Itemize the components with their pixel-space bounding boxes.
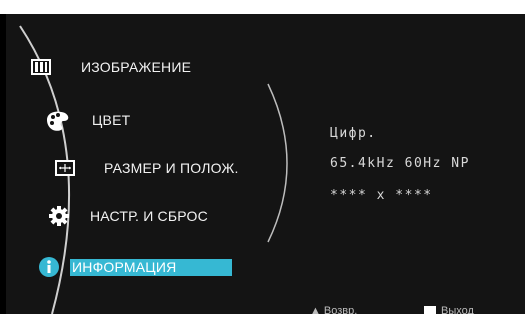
menu-item-label: ЦВЕТ xyxy=(92,112,131,128)
resolution-text: **** x **** xyxy=(330,188,433,203)
frequency-text: 65.4kHz 60Hz NP xyxy=(330,156,470,171)
osd-menu: ИЗОБРАЖЕНИЕ ЦВЕТ РАЗМЕР И ПОЛОЖ. НАСТР. … xyxy=(6,14,525,314)
exit-icon xyxy=(424,306,436,314)
return-hint: ▲ Возвр. xyxy=(310,305,357,314)
menu-item-information[interactable]: ИНФОРМАЦИЯ xyxy=(34,255,233,279)
size-position-icon xyxy=(50,156,80,180)
exit-hint: Выход xyxy=(424,305,474,314)
menu-item-label: ИЗОБРАЖЕНИЕ xyxy=(81,59,192,75)
menu-item-label: ИНФОРМАЦИЯ xyxy=(70,258,233,276)
menu-item-label: РАЗМЕР И ПОЛОЖ. xyxy=(104,160,239,176)
menu-item-setup-reset[interactable]: НАСТР. И СБРОС xyxy=(44,204,208,228)
exit-label: Выход xyxy=(441,305,474,314)
menu-item-picture[interactable]: ИЗОБРАЖЕНИЕ xyxy=(26,55,191,79)
menu-item-label: НАСТР. И СБРОС xyxy=(90,208,208,224)
return-label: Возвр. xyxy=(323,305,358,314)
palette-icon xyxy=(42,108,72,132)
menu-item-size-position[interactable]: РАЗМЕР И ПОЛОЖ. xyxy=(50,156,239,180)
signal-type-text: Цифр. xyxy=(330,126,377,141)
return-arrow-icon: ▲ xyxy=(310,305,321,314)
info-icon xyxy=(34,255,64,279)
menu-item-color[interactable]: ЦВЕТ xyxy=(42,108,130,132)
gear-icon xyxy=(44,204,74,228)
picture-icon xyxy=(26,55,56,79)
